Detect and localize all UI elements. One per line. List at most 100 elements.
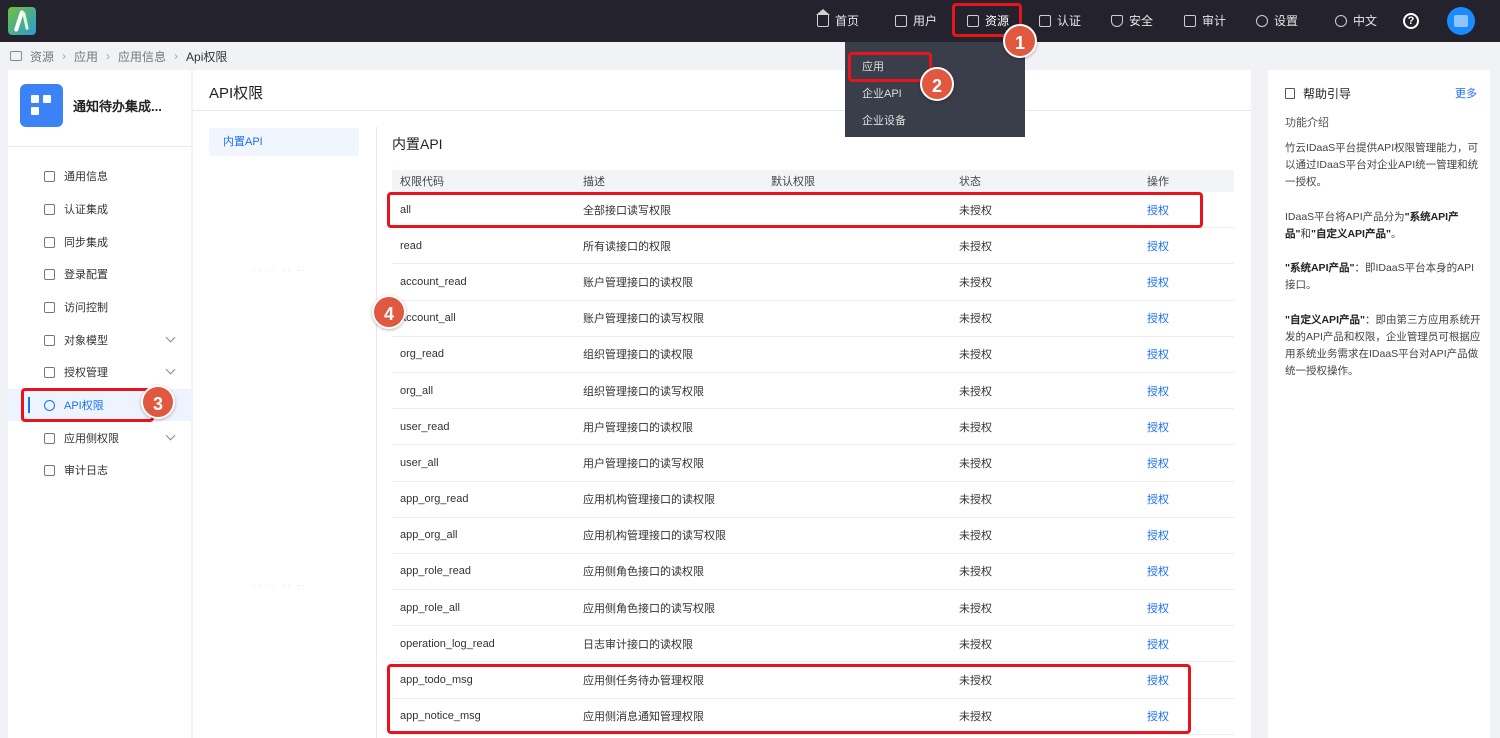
globe-icon — [1335, 15, 1347, 27]
nav-security[interactable]: 安全 — [1111, 0, 1153, 42]
permission-description: 日志审计接口的读权限 — [583, 638, 693, 651]
sidebar-item-auth-integration[interactable]: 认证集成 — [8, 193, 191, 225]
table-row: org_all 组织管理接口的读写权限 未授权 授权 — [392, 373, 1234, 410]
permission-description: 应用侧任务待办管理权限 — [583, 675, 704, 688]
nav-users[interactable]: 用户 — [895, 0, 937, 42]
status-text: 未授权 — [959, 276, 992, 289]
permission-description-cell: 日志审计接口的读权限 — [583, 636, 771, 652]
sidebar-item-label: 应用侧权限 — [64, 433, 119, 445]
authorize-link[interactable]: 授权 — [1147, 386, 1169, 398]
sidebar-item-login-config[interactable]: 登录配置 — [8, 258, 191, 290]
sidebar-item-authorization[interactable]: 授权管理 — [8, 356, 191, 388]
nav-audit[interactable]: 审计 — [1184, 0, 1226, 42]
api-permission-table: 权限代码 描述 默认权限 状态 操作 all 全部接口读写权限 未授权 授权 read 所… — [392, 170, 1234, 735]
sidebar-item-sync-integration[interactable]: 同步集成 — [8, 226, 191, 258]
table-row: all 全部接口读写权限 未授权 授权 — [392, 192, 1234, 229]
breadcrumb-item[interactable]: 应用 — [74, 48, 98, 65]
help-header: 帮助引导 — [1285, 85, 1351, 102]
bamboo-logo-icon[interactable] — [8, 7, 36, 35]
sidebar-item-object-model[interactable]: 对象模型 — [8, 324, 191, 356]
nav-auth[interactable]: 认证 — [1039, 0, 1081, 42]
document-icon — [44, 170, 55, 182]
breadcrumb: 资源 › 应用 › 应用信息 › Api权限 — [0, 42, 1500, 70]
user-icon — [895, 15, 907, 27]
status-text-cell: 未授权 — [959, 274, 1147, 290]
menu-item-enterprise-devices[interactable]: 企业设备 — [845, 108, 1025, 135]
sidebar-item-app-permissions[interactable]: 应用侧权限 — [8, 422, 191, 454]
permission-code-cell: app_todo_msg — [392, 674, 583, 686]
more-link[interactable]: 更多 — [1455, 85, 1477, 101]
divider — [193, 110, 1251, 111]
authorize-link[interactable]: 授权 — [1147, 566, 1169, 578]
table-header: 权限代码 描述 默认权限 状态 操作 — [392, 170, 1234, 192]
nav-audit-label: 审计 — [1202, 14, 1227, 28]
main-panel: API权限 内置API 内置API ·· ·· ·· ·· ·· ·· ·· ·… — [193, 70, 1251, 738]
divider — [376, 127, 377, 738]
help-paragraph: IDaaS平台将API产品分为"系统API产品"和"自定义API产品"。 — [1285, 209, 1481, 243]
status-text-cell: 未授权 — [959, 455, 1147, 471]
authorize-link-cell: 授权 — [1147, 527, 1234, 543]
authorize-link-cell: 授权 — [1147, 310, 1234, 326]
decorative-dots: ·· ·· ·· ·· — [253, 265, 307, 275]
sync-icon — [44, 236, 55, 248]
status-text: 未授权 — [959, 675, 992, 688]
nav-home[interactable]: 首页 — [816, 0, 859, 42]
authorize-link[interactable]: 授权 — [1147, 277, 1169, 289]
help-bold-text: "系统API产品" — [1285, 262, 1355, 274]
sidebar-item-label: API权限 — [64, 400, 104, 412]
tab-builtin-api[interactable]: 内置API — [209, 128, 359, 156]
nav-settings[interactable]: 设置 — [1256, 0, 1298, 42]
permission-description: 组织管理接口的读权限 — [583, 349, 693, 362]
chevron-right-icon: › — [62, 49, 67, 63]
permission-code-cell: user_all — [392, 457, 583, 469]
permission-code-cell: org_all — [392, 385, 583, 397]
sidebar-item-audit-log[interactable]: 审计日志 — [8, 454, 191, 486]
nav-language[interactable]: 中文 — [1335, 0, 1377, 42]
avatar[interactable] — [1447, 7, 1475, 35]
permission-code: read — [400, 239, 423, 252]
authorize-link[interactable]: 授权 — [1147, 422, 1169, 434]
permission-description-cell: 应用侧任务待办管理权限 — [583, 672, 771, 688]
authorize-link[interactable]: 授权 — [1147, 313, 1169, 325]
help-bold-text: "自定义API产品" — [1310, 228, 1391, 240]
help-icon[interactable]: ? — [1403, 13, 1419, 29]
sidebar-item-access-control[interactable]: 访问控制 — [8, 291, 191, 323]
authorize-link[interactable]: 授权 — [1147, 458, 1169, 470]
grid-icon — [44, 432, 55, 444]
authorize-link[interactable]: 授权 — [1147, 494, 1169, 506]
permission-description-cell: 应用机构管理接口的读权限 — [583, 491, 771, 507]
permission-code: app_role_read — [400, 565, 471, 578]
home-icon — [816, 9, 830, 27]
access-icon — [44, 301, 55, 313]
authorize-link[interactable]: 授权 — [1147, 241, 1169, 253]
permission-code-cell: app_role_all — [392, 602, 583, 614]
table-row: app_todo_msg 应用侧任务待办管理权限 未授权 授权 — [392, 662, 1234, 699]
authorize-link[interactable]: 授权 — [1147, 639, 1169, 651]
folder-icon — [10, 51, 22, 61]
permission-code: user_read — [400, 420, 450, 433]
status-text-cell: 未授权 — [959, 238, 1147, 254]
status-text-cell: 未授权 — [959, 636, 1147, 652]
breadcrumb-item[interactable]: 资源 — [30, 48, 54, 65]
authorize-link[interactable]: 授权 — [1147, 205, 1169, 217]
authorize-link[interactable]: 授权 — [1147, 349, 1169, 361]
nav-users-label: 用户 — [913, 14, 938, 28]
help-paragraph: "自定义API产品"：即由第三方应用系统开发的API产品和权限，企业管理员可根据… — [1285, 312, 1481, 380]
status-text-cell: 未授权 — [959, 491, 1147, 507]
authorize-link[interactable]: 授权 — [1147, 711, 1169, 723]
permission-description: 全部接口读写权限 — [583, 204, 671, 217]
status-text: 未授权 — [959, 240, 992, 253]
authorize-link[interactable]: 授权 — [1147, 603, 1169, 615]
sidebar-item-label: 同步集成 — [64, 237, 108, 249]
audit-icon — [1184, 15, 1196, 27]
sidebar-item-general[interactable]: 通用信息 — [8, 160, 191, 192]
sidebar-item-label: 通用信息 — [64, 171, 108, 183]
permission-description-cell: 应用机构管理接口的读写权限 — [583, 527, 771, 543]
folder-icon — [967, 15, 979, 27]
authorize-link[interactable]: 授权 — [1147, 530, 1169, 542]
app-grid-icon — [20, 84, 63, 127]
permission-description-cell: 应用侧角色接口的读权限 — [583, 563, 771, 579]
authorize-link[interactable]: 授权 — [1147, 675, 1169, 687]
status-text-cell: 未授权 — [959, 563, 1147, 579]
breadcrumb-item[interactable]: 应用信息 — [118, 48, 166, 65]
